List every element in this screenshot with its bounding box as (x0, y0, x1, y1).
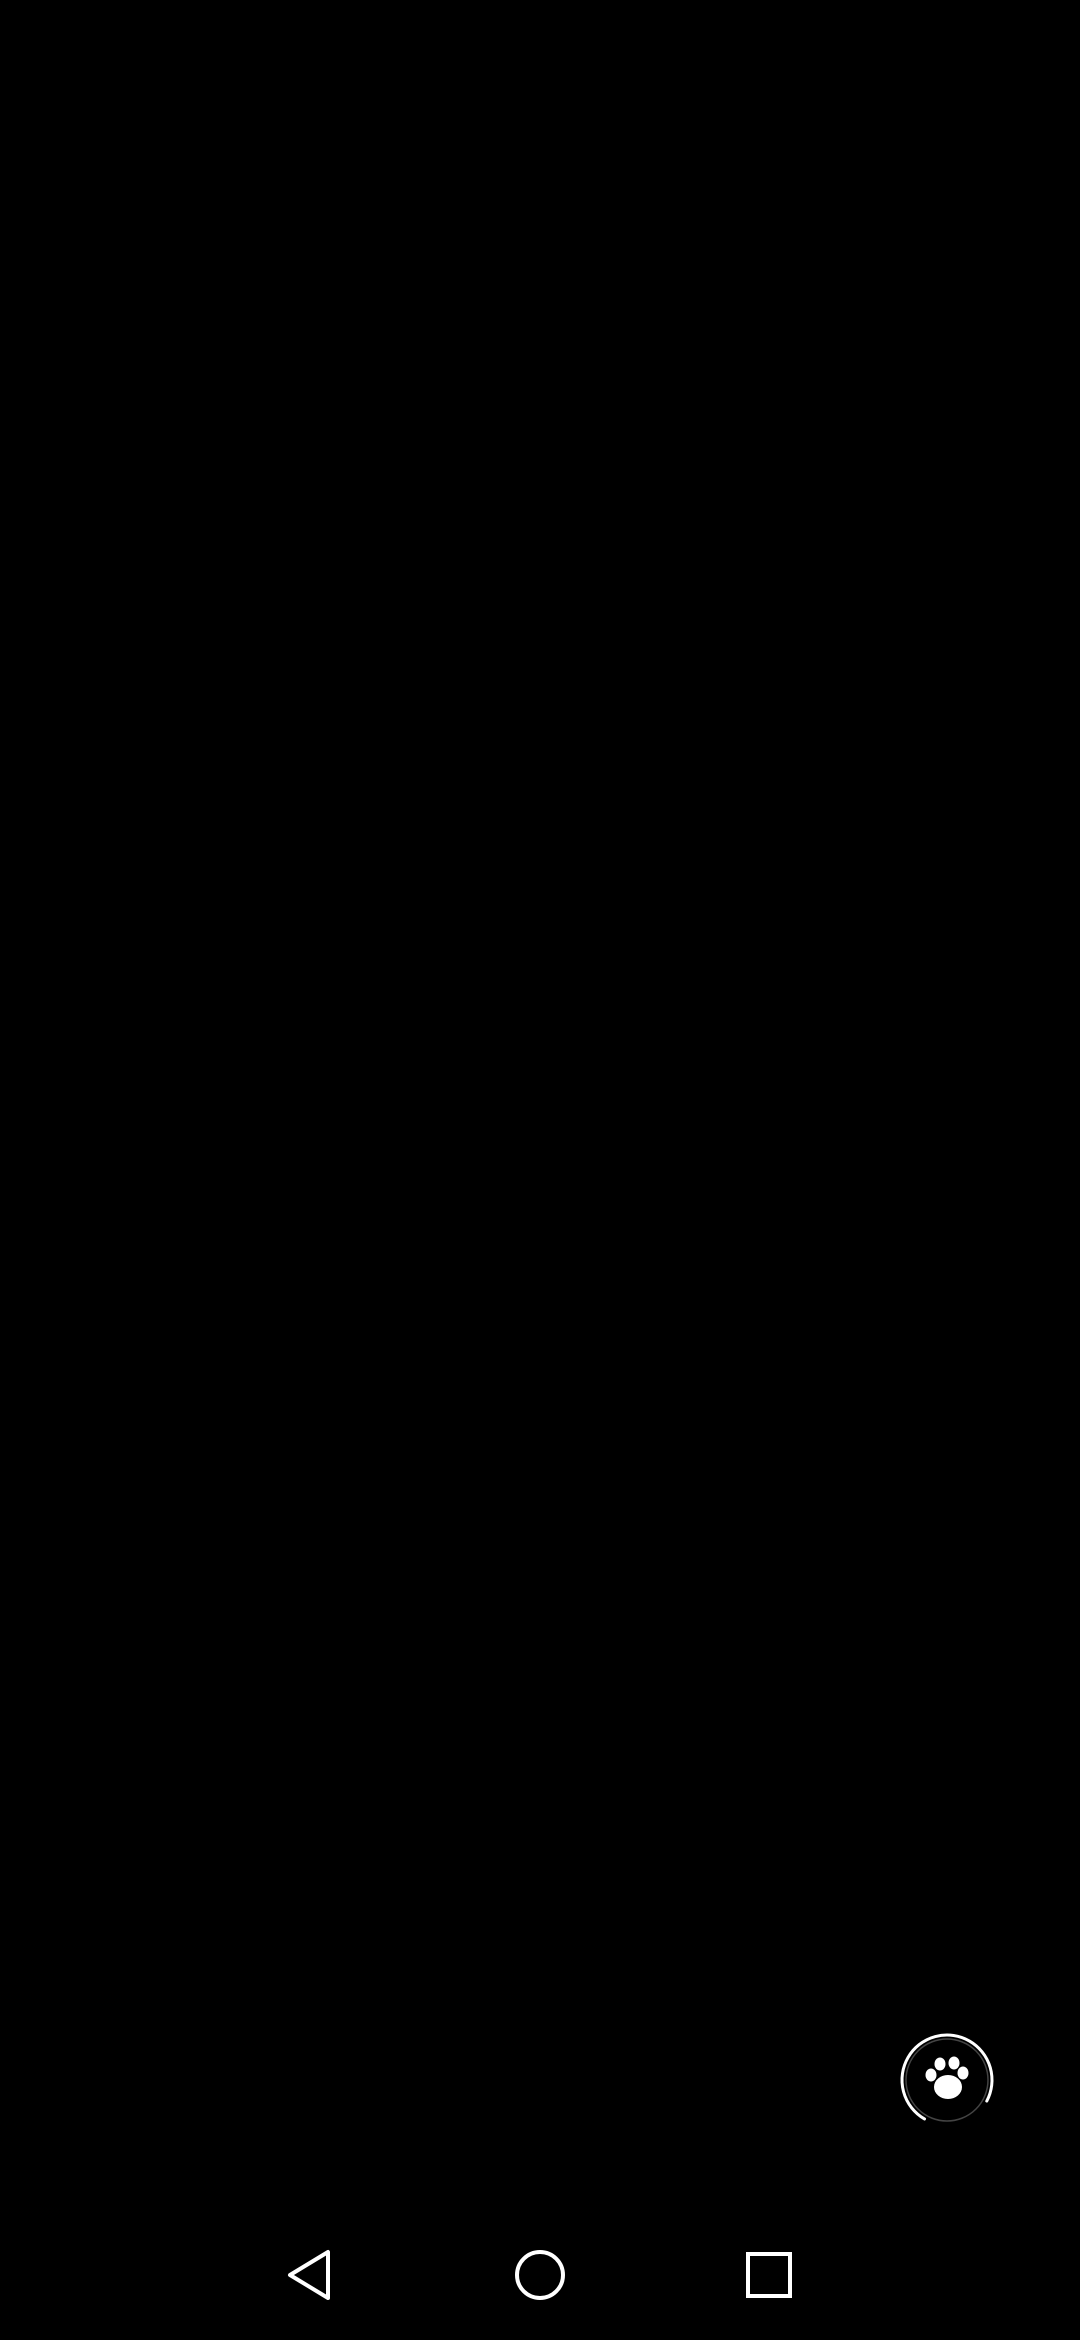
paw-icon (900, 2033, 994, 2127)
paw-fab-button[interactable] (898, 2031, 996, 2129)
home-button[interactable] (505, 2240, 575, 2310)
app-screen (0, 0, 1080, 2340)
back-triangle-icon (288, 2250, 330, 2300)
content-area (0, 0, 1080, 2200)
back-button[interactable] (274, 2240, 344, 2310)
home-circle-icon (515, 2250, 565, 2300)
recents-button[interactable] (734, 2240, 804, 2310)
recents-square-icon (746, 2252, 792, 2298)
